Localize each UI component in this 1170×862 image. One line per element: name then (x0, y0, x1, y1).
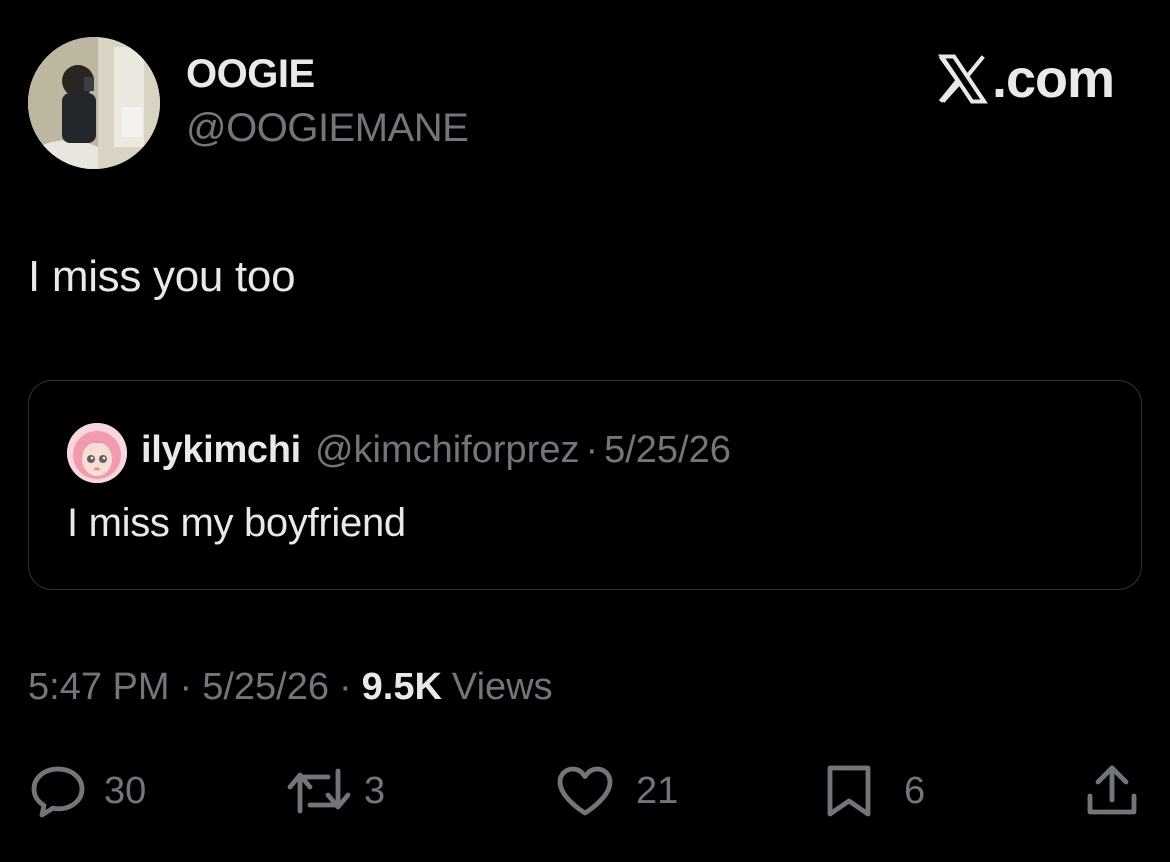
quoted-tweet-card[interactable]: ilykimchi @kimchiforprez · 5/25/26 I mis… (28, 380, 1142, 590)
author-avatar[interactable] (28, 37, 160, 169)
tweet-meta: 5:47 PM · 5/25/26 · 9.5K Views (28, 666, 553, 709)
quoted-author-avatar-image (67, 423, 127, 483)
share-button[interactable] (1084, 756, 1140, 826)
views-label: Views (451, 666, 553, 708)
reply-count: 30 (104, 769, 147, 812)
meta-separator: · (179, 666, 193, 708)
repost-count: 3 (364, 769, 386, 812)
like-button[interactable]: 21 (554, 756, 678, 826)
quoted-tweet-text: I miss my boyfriend (67, 501, 406, 545)
views-count: 9.5K (361, 666, 442, 708)
quoted-date[interactable]: 5/25/26 (604, 429, 731, 472)
tweet-time[interactable]: 5:47 PM (28, 666, 170, 709)
reply-button[interactable]: 30 (28, 756, 146, 826)
bookmark-button[interactable]: 6 (822, 756, 925, 826)
tweet-text: I miss you too (28, 252, 296, 301)
author-avatar-image (28, 37, 160, 169)
quoted-separator: · (585, 429, 599, 471)
quoted-author-avatar[interactable] (67, 423, 127, 483)
quoted-author-name[interactable]: ilykimchi (141, 429, 301, 472)
action-bar: 30 3 21 6 (0, 756, 1170, 826)
repost-icon (287, 768, 351, 814)
reply-icon (31, 766, 85, 818)
like-count: 21 (636, 769, 679, 812)
bookmark-count: 6 (904, 769, 926, 812)
x-logo-icon (938, 54, 988, 104)
tweet-date[interactable]: 5/25/26 (202, 666, 329, 709)
repost-button[interactable]: 3 (284, 756, 385, 826)
quoted-tweet-header: ilykimchi @kimchiforprez · 5/25/26 (141, 429, 731, 472)
meta-separator: · (338, 666, 352, 708)
author-display-name[interactable]: OOGIE (186, 52, 315, 97)
share-icon (1087, 765, 1137, 815)
bookmark-icon (827, 765, 871, 817)
brand-domain-label: .com (991, 49, 1115, 109)
quoted-author-handle[interactable]: @kimchiforprez (315, 429, 580, 472)
heart-icon (557, 766, 613, 816)
tweet-screenshot: OOGIE @OOGIEMANE .com I miss you too ily… (0, 0, 1170, 862)
x-brand: .com (936, 48, 1115, 110)
author-handle[interactable]: @OOGIEMANE (186, 106, 469, 151)
